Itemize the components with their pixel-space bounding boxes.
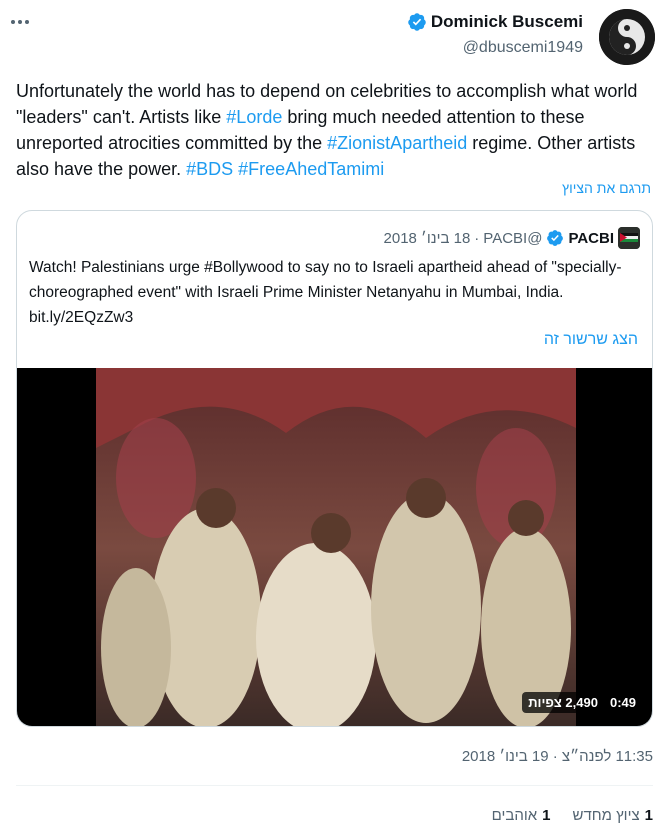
retweets-label: ציוץ מחדש [572,807,640,824]
likes-label: אוהבים [491,807,538,824]
quoted-author-name: PACBI [568,229,614,247]
hashtag-freeahedtamimi[interactable]: #FreeAhedTamimi [238,159,384,179]
video-views-count: 2,490 [565,695,598,710]
likes-count: 1 [542,807,551,824]
author-name[interactable]: Dominick Buscemi [431,12,583,32]
tweet-stats: 1 ציוץ מחדש 1 אוהבים [492,807,653,824]
video-thumbnail [96,368,576,726]
tweet-author[interactable]: Dominick Buscemi @dbuscemi1949 [407,12,583,57]
retweets-count: 1 [644,807,653,824]
translate-tweet-link[interactable]: תרגם את הציוץ [562,180,651,196]
quoted-tweet-header: PACBI @PACBI · 18 בינו׳ 2018 [384,227,640,249]
author-handle[interactable]: @dbuscemi1949 [407,39,583,57]
avatar[interactable] [599,9,655,65]
verified-badge-icon [408,13,426,31]
quoted-tweet-card[interactable]: PACBI @PACBI · 18 בינו׳ 2018 Watch! Pale… [16,210,653,727]
video-views-label: צפיות [528,695,562,710]
tweet-timestamp[interactable]: 11:35 לפנה״צ · 19 בינו׳ 2018 [462,748,653,765]
video-duration: 0:49 [609,695,636,710]
hashtag-lorde[interactable]: #Lorde [226,107,282,127]
hashtag-zionistapartheid[interactable]: #ZionistApartheid [327,133,467,153]
tweet-text: Unfortunately the world has to depend on… [16,78,656,182]
show-thread-link[interactable]: הצג שרשור זה [544,331,638,349]
separator-dot: · [474,229,480,247]
quoted-author-handle: @PACBI [483,229,543,247]
quoted-tweet-date: 18 בינו׳ 2018 [383,229,471,247]
video-stats-badge: 0:49 2,490 צפיות [522,692,642,713]
likes-stat[interactable]: 1 אוהבים [492,807,551,824]
yin-yang-avatar-image [599,9,655,65]
quoted-tweet-text: Watch! Palestinians urge #Bollywood to s… [29,259,622,326]
more-options-icon[interactable] [8,12,32,32]
retweets-stat[interactable]: 1 ציוץ מחדש [573,807,653,824]
divider [16,785,653,786]
hashtag-bds[interactable]: #BDS [186,159,233,179]
video-player[interactable]: 0:49 2,490 צפיות [17,368,652,726]
video-views: 2,490 צפיות [528,695,598,710]
palestine-flag-icon[interactable] [618,227,640,249]
verified-badge-icon [547,230,564,246]
